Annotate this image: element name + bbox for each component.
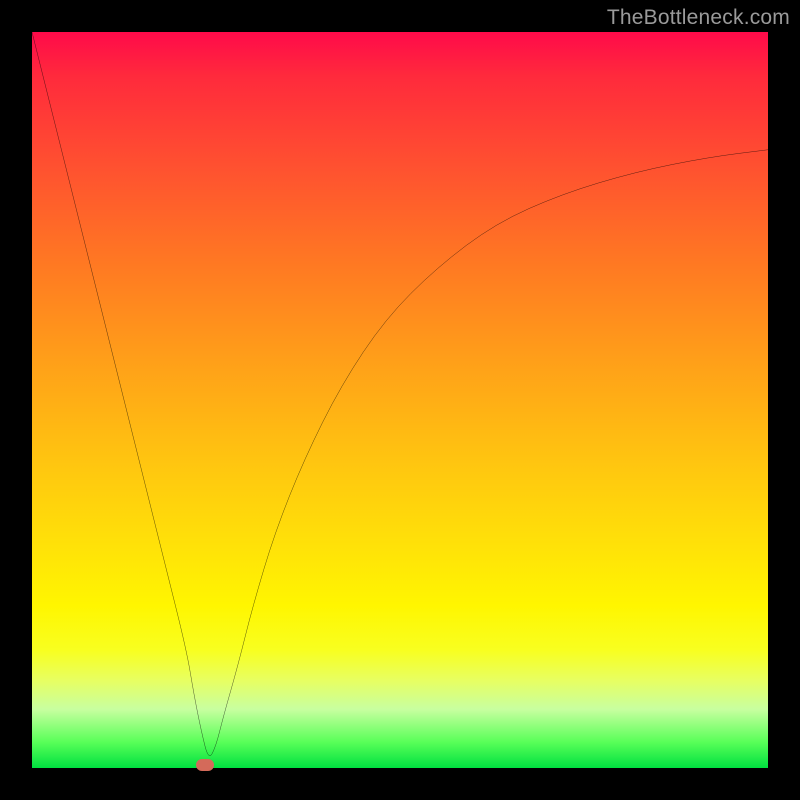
bottleneck-curve (32, 32, 768, 768)
optimum-marker (196, 759, 214, 771)
plot-area (32, 32, 768, 768)
chart-canvas: TheBottleneck.com (0, 0, 800, 800)
watermark-text: TheBottleneck.com (607, 6, 790, 30)
